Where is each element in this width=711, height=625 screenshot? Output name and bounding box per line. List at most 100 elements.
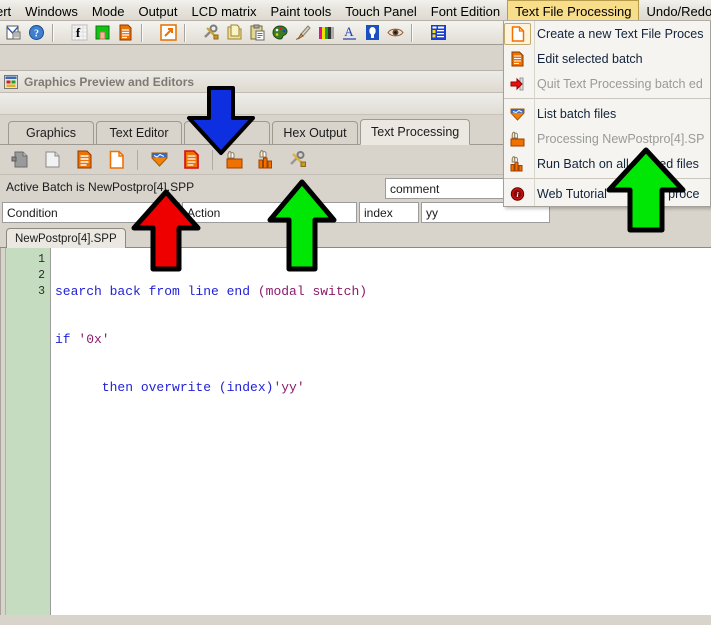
yy-value: yy: [426, 205, 438, 220]
menu-item-label: List batch files: [537, 106, 617, 121]
grey-page-blank-icon[interactable]: [39, 148, 65, 172]
code-line: if '0x': [55, 332, 711, 348]
orange-lines-document-icon: [504, 46, 531, 71]
tab-label: Text Editor: [109, 126, 169, 140]
condition-input[interactable]: Condition: [2, 202, 180, 223]
eye-icon[interactable]: [385, 22, 406, 43]
text-file-processing-menu: Create a new Text File Proces Edit selec…: [503, 21, 711, 207]
blue-grid-table-icon[interactable]: [428, 22, 449, 43]
menu-item-touch-panel[interactable]: Touch Panel: [338, 0, 424, 20]
menu-item-label: Create a new Text File Proces: [537, 26, 704, 41]
red-info-icon: i: [504, 181, 531, 206]
index-value: index: [364, 205, 393, 220]
bar-chart-hand-icon: [504, 151, 531, 176]
condition-value: Condition: [7, 205, 58, 220]
menu-item-paint-tools[interactable]: Paint tools: [264, 0, 339, 20]
menu-item-output[interactable]: Output: [131, 0, 184, 20]
toolbar-separator: [184, 23, 186, 42]
orange-box-hand-icon: [504, 126, 531, 151]
code-token: then overwrite: [55, 380, 219, 395]
line-number: 1: [38, 253, 45, 266]
orange-outline-document-icon[interactable]: [103, 148, 129, 172]
toolbar-separator: [212, 149, 213, 170]
svg-text:?: ?: [34, 29, 39, 40]
tab-graphics[interactable]: Graphics: [8, 121, 94, 144]
menu-item-label: Edit selected batch: [537, 51, 643, 66]
lightbulb-icon[interactable]: [362, 22, 383, 43]
new-document-icon: [504, 22, 531, 45]
comment-field[interactable]: comment: [385, 178, 514, 199]
menu-label: Undo/Redo: [646, 3, 711, 19]
menu-item-lcd-matrix[interactable]: LCD matrix: [184, 0, 263, 20]
red-outline-document-icon[interactable]: [178, 148, 204, 172]
page-title: Graphics Preview and Editors: [24, 74, 195, 89]
line-number: 2: [38, 269, 45, 282]
menu-item-windows[interactable]: Windows: [18, 0, 85, 20]
menu-item-ert[interactable]: ert: [0, 0, 18, 20]
menu-label: Font Edition: [430, 3, 501, 19]
palette-icon[interactable]: [270, 22, 291, 43]
menu-item-font-edition[interactable]: Font Edition: [424, 0, 507, 20]
menu-label: LCD matrix: [191, 3, 257, 19]
application-window: ert Windows Mode Output LCD matrix Paint…: [0, 0, 711, 625]
menu-label: Output: [138, 3, 178, 19]
color-bars-icon[interactable]: [316, 22, 337, 43]
orange-down-arrow-icon: [504, 101, 531, 126]
menu-item-label-tail: xt proce: [654, 186, 700, 201]
blue-down-arrow-icon[interactable]: [146, 148, 172, 172]
menu-gutter-line: [534, 21, 535, 206]
code-token: (index): [218, 380, 274, 395]
grey-page-back-icon[interactable]: [7, 148, 33, 172]
menu-item-label: Processing NewPostpro[4].SP: [537, 131, 705, 146]
paintbrush-icon[interactable]: [293, 22, 314, 43]
help-question-icon[interactable]: ?: [26, 22, 47, 43]
tab-text-editor[interactable]: Text Editor: [96, 121, 182, 144]
code-line: then overwrite (index)'yy': [55, 380, 711, 396]
menu-label: Touch Panel: [345, 3, 417, 19]
menu-item-label: Quit Text Processing batch ed: [537, 76, 703, 91]
line-number: 3: [38, 285, 45, 298]
menu-item-text-file-processing[interactable]: Text File Processing: [507, 0, 640, 20]
tab-label: Text Processing: [371, 125, 460, 139]
file-tab-label: NewPostpro[4].SPP: [15, 232, 117, 245]
menu-item-undo-redo[interactable]: Undo/Redo: [639, 0, 711, 20]
envelope-document-icon[interactable]: [3, 22, 24, 43]
orange-lines-document-icon[interactable]: [71, 148, 97, 172]
action-value: Action: [187, 205, 221, 220]
menu-bar: ert Windows Mode Output LCD matrix Paint…: [0, 0, 711, 21]
code-token: if: [55, 332, 79, 347]
orange-box-hand-icon[interactable]: [221, 148, 247, 172]
action-input[interactable]: Action: [182, 202, 357, 223]
orange-arrow-export-icon[interactable]: [158, 22, 179, 43]
copy-folder-icon[interactable]: [224, 22, 245, 43]
menu-item-label: Run Batch on all defined files: [537, 156, 699, 171]
paste-clipboard-icon[interactable]: [247, 22, 268, 43]
font-f-icon[interactable]: f: [69, 22, 90, 43]
menu-item-label: Web Tutorial: [537, 186, 607, 201]
tab-obscured[interactable]: [184, 121, 270, 144]
orange-lines-document-icon[interactable]: [115, 22, 136, 43]
toolbar-separator: [141, 23, 143, 42]
active-batch-status: Active Batch is NewPostpro[4].SPP: [6, 180, 195, 194]
font-a-icon[interactable]: A: [339, 22, 360, 43]
green-door-icon[interactable]: [92, 22, 113, 43]
menu-label: ert: [0, 3, 12, 19]
toolbar-separator: [137, 149, 138, 170]
tab-label: Graphics: [25, 126, 77, 140]
menu-item-mode[interactable]: Mode: [85, 0, 132, 20]
code-editor[interactable]: 1 2 3 search back from line end (modal s…: [0, 248, 711, 615]
tab-hex-output[interactable]: Hex Output: [272, 121, 358, 144]
toolbar-separator: [52, 23, 54, 42]
code-token: search back from line end: [55, 284, 258, 299]
tools-hammer-wrench-icon[interactable]: [201, 22, 222, 43]
bar-chart-hand-icon[interactable]: [253, 148, 279, 172]
red-exit-arrow-icon: [504, 71, 531, 96]
code-token: (modal switch): [257, 284, 368, 299]
file-tab-newpostpro[interactable]: NewPostpro[4].SPP: [6, 228, 126, 248]
tab-text-processing[interactable]: Text Processing: [360, 119, 471, 145]
index-input[interactable]: index: [359, 202, 419, 223]
code-content[interactable]: search back from line end (modal switch)…: [51, 248, 711, 615]
hammer-wrench-icon[interactable]: [285, 148, 311, 172]
menu-label: Text File Processing: [515, 4, 632, 19]
menu-label: Windows: [25, 3, 78, 19]
